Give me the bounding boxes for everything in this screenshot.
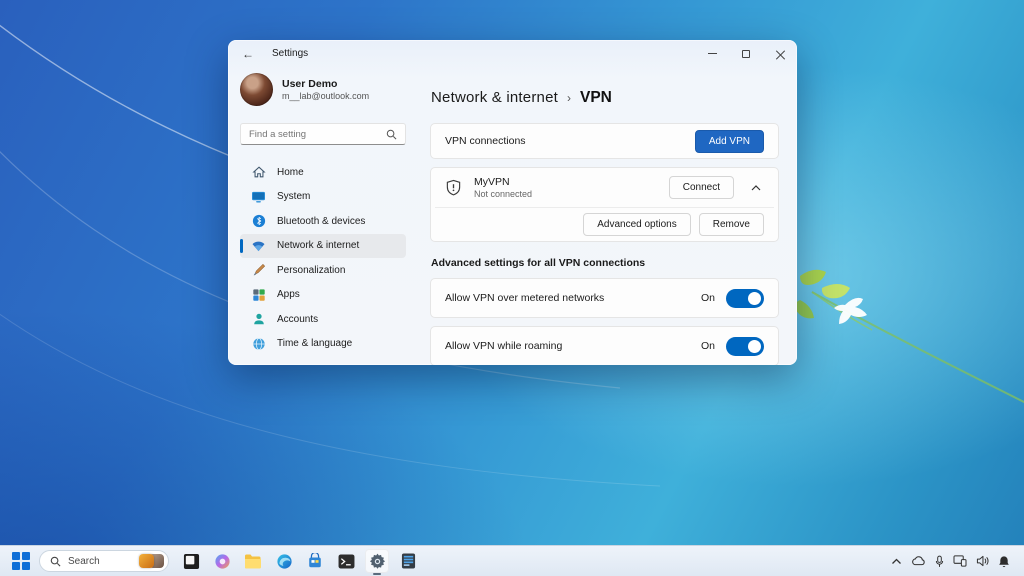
cast-screen-icon[interactable] (953, 555, 967, 567)
toggle-knob (748, 292, 761, 305)
taskbar-search-box[interactable]: Search (39, 550, 169, 572)
metered-networks-toggle[interactable] (726, 289, 764, 308)
close-icon (776, 49, 785, 58)
sidebar-item-system[interactable]: System (240, 185, 406, 209)
settings-search-box[interactable] (240, 123, 406, 145)
window-title: Settings (272, 48, 308, 59)
breadcrumb-separator: › (567, 91, 571, 105)
breadcrumb: Network & internet › VPN (431, 89, 779, 107)
close-button[interactable] (763, 40, 797, 67)
vpn-entry-actions: Advanced options Remove (431, 208, 778, 241)
sidebar-item-bluetooth-devices[interactable]: Bluetooth & devices (240, 209, 406, 233)
onedrive-icon[interactable] (911, 556, 926, 566)
search-icon (386, 129, 397, 140)
sidebar-item-label: Network & internet (277, 240, 359, 251)
back-arrow-icon[interactable]: ← (242, 47, 264, 61)
metered-networks-label: Allow VPN over metered networks (445, 292, 604, 304)
file-explorer-button[interactable] (241, 549, 265, 573)
task-list-app-button[interactable] (396, 549, 420, 573)
vpn-entry-card: MyVPN Not connected Connect Advanced opt… (430, 167, 779, 242)
chevron-up-icon[interactable] (748, 185, 764, 191)
vpn-shield-icon (445, 179, 462, 196)
notifications-bell-icon[interactable] (998, 555, 1010, 568)
main-content: Network & internet › VPN VPN connections… (416, 67, 797, 365)
system-icon (251, 189, 266, 204)
start-logo-pane (22, 562, 30, 570)
start-logo-pane (22, 552, 30, 560)
settings-search-input[interactable] (249, 129, 386, 140)
sidebar-item-label: Time & language (277, 338, 352, 349)
microsoft-store-button[interactable] (303, 549, 327, 573)
page-title: VPN (580, 89, 612, 107)
sidebar-item-label: Personalization (277, 265, 345, 276)
maximize-button[interactable] (729, 40, 763, 67)
remove-button[interactable]: Remove (699, 213, 764, 236)
vpn-connections-label: VPN connections (445, 135, 526, 147)
advanced-options-button[interactable]: Advanced options (583, 213, 691, 236)
advanced-settings-heading: Advanced settings for all VPN connection… (431, 257, 779, 269)
bluetooth-icon (251, 214, 266, 229)
sidebar-item-label: Home (277, 167, 304, 178)
time-language-icon (251, 336, 266, 351)
vpn-entry-row[interactable]: MyVPN Not connected Connect (431, 168, 778, 207)
search-icon (50, 556, 61, 567)
copilot-button[interactable] (210, 549, 234, 573)
accounts-icon (251, 312, 266, 327)
breadcrumb-parent[interactable]: Network & internet (431, 89, 558, 106)
sidebar-item-apps[interactable]: Apps (240, 283, 406, 307)
sidebar-item-label: System (277, 191, 310, 202)
sidebar-item-personalization[interactable]: Personalization (240, 258, 406, 282)
metered-networks-state: On (701, 292, 715, 304)
terminal-button[interactable] (334, 549, 358, 573)
sidebar-item-accounts[interactable]: Accounts (240, 307, 406, 331)
minimize-icon (708, 53, 717, 54)
toggle-knob (748, 340, 761, 353)
search-highlight-image[interactable] (139, 554, 154, 568)
settings-window: ← Settings User Demo m__lab@outlook.com (228, 40, 797, 365)
roaming-state: On (701, 340, 715, 352)
vpn-status: Not connected (474, 189, 532, 199)
add-vpn-button[interactable]: Add VPN (695, 130, 764, 153)
edge-button[interactable] (272, 549, 296, 573)
settings-app-button[interactable] (365, 549, 389, 573)
roaming-row: Allow VPN while roaming On (430, 326, 779, 365)
start-logo-pane (12, 562, 20, 570)
vpn-name: MyVPN (474, 176, 532, 188)
start-logo-pane (12, 552, 20, 560)
user-profile[interactable]: User Demo m__lab@outlook.com (240, 73, 406, 106)
volume-icon[interactable] (976, 555, 989, 567)
titlebar[interactable]: ← Settings (228, 40, 797, 67)
apps-icon (251, 287, 266, 302)
sidebar-item-home[interactable]: Home (240, 160, 406, 184)
microphone-icon[interactable] (935, 555, 944, 568)
sidebar-item-label: Apps (277, 289, 300, 300)
taskbar-apps (179, 549, 420, 573)
network-icon (251, 238, 266, 253)
minimize-button[interactable] (695, 40, 729, 67)
start-button[interactable] (12, 552, 31, 571)
branch-art (795, 270, 1024, 410)
roaming-toggle[interactable] (726, 337, 764, 356)
user-email: m__lab@outlook.com (282, 91, 369, 101)
home-icon (251, 165, 266, 180)
connect-button[interactable]: Connect (669, 176, 734, 199)
maximize-icon (742, 50, 750, 58)
sidebar: User Demo m__lab@outlook.com Home (228, 67, 416, 365)
sidebar-item-time-language[interactable]: Time & language (240, 332, 406, 356)
sidebar-item-network-internet[interactable]: Network & internet (240, 234, 406, 258)
vpn-connections-row: VPN connections Add VPN (430, 123, 779, 159)
sidebar-item-label: Bluetooth & devices (277, 216, 365, 227)
task-view-button[interactable] (179, 549, 203, 573)
sidebar-nav: Home System Bluetooth & devices (240, 160, 406, 356)
metered-networks-row: Allow VPN over metered networks On (430, 278, 779, 318)
system-tray (891, 555, 1014, 568)
personalization-icon (251, 263, 266, 278)
taskbar: Search (0, 545, 1024, 576)
sidebar-item-label: Accounts (277, 314, 318, 325)
user-name: User Demo (282, 78, 369, 90)
taskbar-search-placeholder: Search (68, 556, 139, 567)
avatar (240, 73, 273, 106)
tray-chevron-up-icon[interactable] (891, 558, 902, 565)
roaming-label: Allow VPN while roaming (445, 340, 562, 352)
